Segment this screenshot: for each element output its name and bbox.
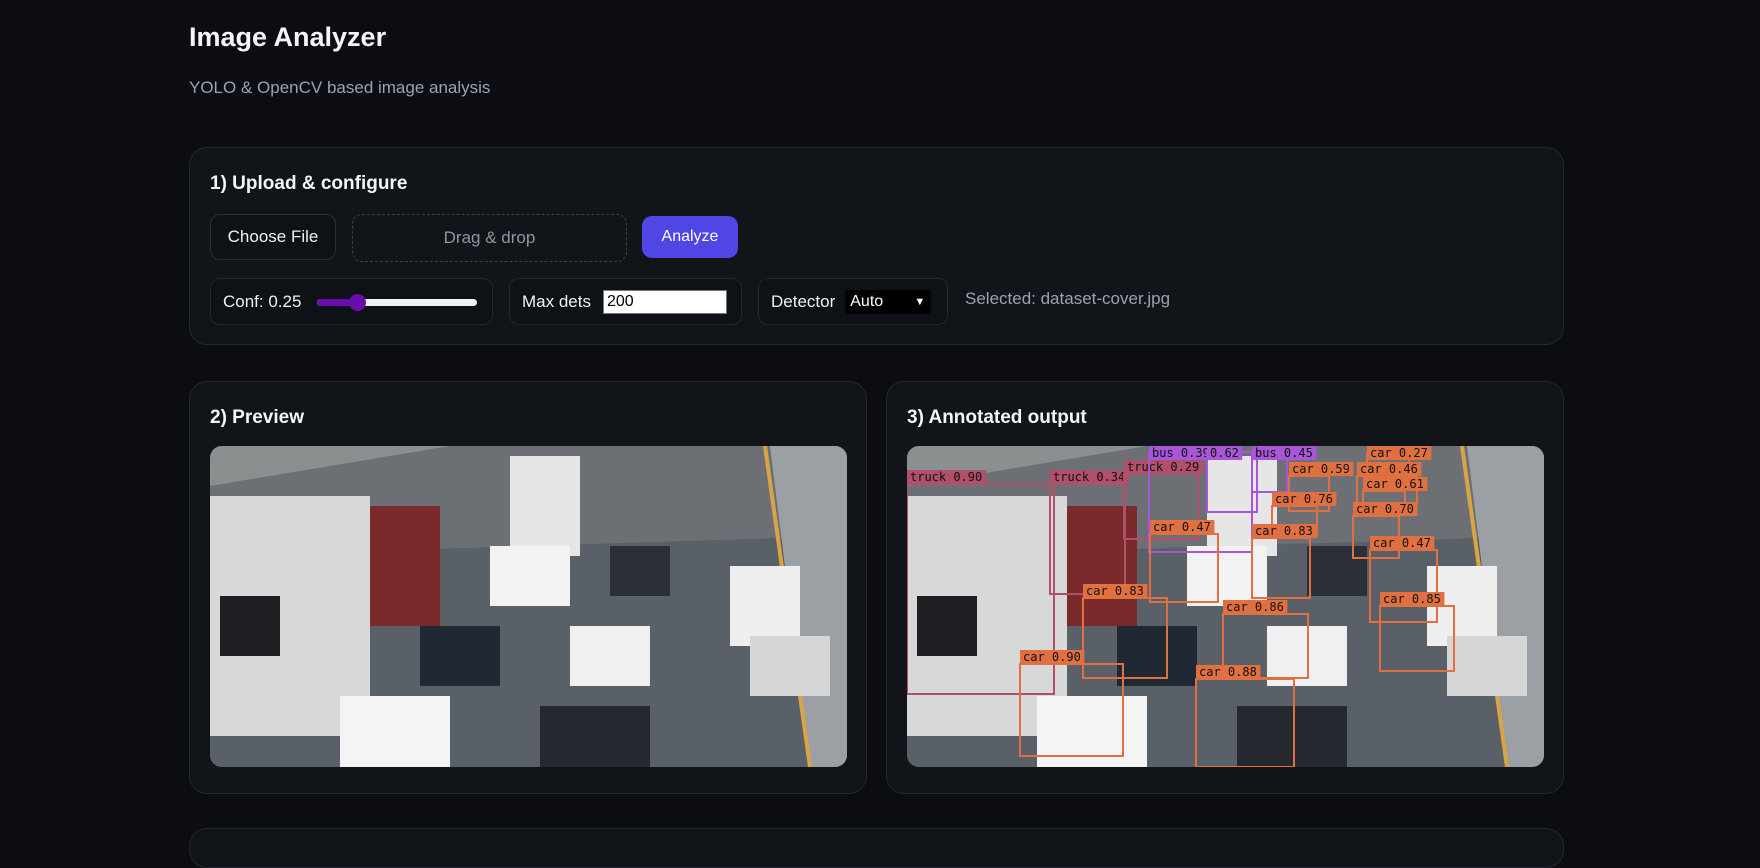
upload-config-heading: 1) Upload & configure (210, 173, 408, 194)
preview-card: 2) Preview (189, 381, 867, 794)
detector-select[interactable]: Auto ▼ (845, 289, 932, 314)
preview-heading: 2) Preview (210, 407, 304, 428)
detection-label: truck 0.90 (910, 470, 982, 484)
app-root: Image Analyzer YOLO & OpenCV based image… (0, 0, 1760, 868)
detection-label: car 0.86 (1226, 600, 1284, 614)
detector-control: Detector Auto ▼ (758, 278, 948, 325)
max-dets-input[interactable] (602, 289, 727, 314)
detection-label: car 0.59 (1292, 462, 1350, 476)
detection-label: car 0.27 (1370, 446, 1428, 460)
annotated-traffic-scene-image: truck 0.90 truck 0.34truck 0.29bus 0.39 0.… (907, 446, 1544, 767)
detection-label: car 0.46 (1360, 462, 1418, 476)
analyze-button[interactable]: Analyze (642, 216, 738, 258)
detection-label: truck 0.29 (1127, 460, 1199, 474)
detection-label: car 0.83 (1086, 584, 1144, 598)
detection-label: car 0.70 (1356, 502, 1414, 516)
confidence-slider[interactable] (317, 293, 478, 311)
detection-label: car 0.76 (1275, 492, 1333, 506)
detection-label: bus 0.39 (1152, 446, 1210, 460)
traffic-scene-image (210, 446, 847, 767)
annotated-output-heading: 3) Annotated output (907, 407, 1087, 428)
annotated-output-card: 3) Annotated output truck 0.90 truck 0.3… (886, 381, 1564, 794)
page-subtitle: YOLO & OpenCV based image analysis (189, 78, 491, 97)
page-title: Image Analyzer (189, 22, 387, 52)
drag-drop-zone[interactable]: Drag & drop (352, 214, 627, 262)
next-section-card (189, 828, 1564, 868)
detector-select-value: Auto (850, 292, 884, 310)
upload-config-card: 1) Upload & configure Choose File Drag &… (189, 147, 1564, 345)
detection-label: car 0.47 (1153, 520, 1211, 534)
detection-label: car 0.47 (1373, 536, 1431, 550)
detection-label: car 0.88 (1199, 665, 1257, 679)
max-dets-label: Max dets (522, 291, 591, 311)
annotated-image: truck 0.90 truck 0.34 truck 0.29 bus 0.39 0.… (907, 446, 1544, 767)
confidence-control: Conf: 0.25 (210, 278, 493, 325)
detection-label: car 0.85 (1383, 592, 1441, 606)
detection-label: 0.62 (1210, 446, 1239, 460)
detection-label: car 0.90 (1023, 650, 1081, 664)
detection-label: truck 0.34 (1053, 470, 1125, 484)
chevron-down-icon: ▼ (914, 295, 926, 308)
detector-label: Detector (771, 291, 836, 311)
confidence-label: Conf: 0.25 (223, 291, 302, 311)
confidence-slider-thumb[interactable] (349, 293, 367, 311)
max-dets-control: Max dets (509, 278, 742, 325)
detection-label: bus 0.45 (1255, 446, 1313, 460)
choose-file-button[interactable]: Choose File (210, 214, 336, 260)
preview-image (210, 446, 847, 767)
detection-label: car 0.61 (1366, 477, 1424, 491)
selected-file-text: Selected: dataset-cover.jpg (965, 289, 1171, 308)
detection-label: car 0.83 (1255, 524, 1313, 538)
